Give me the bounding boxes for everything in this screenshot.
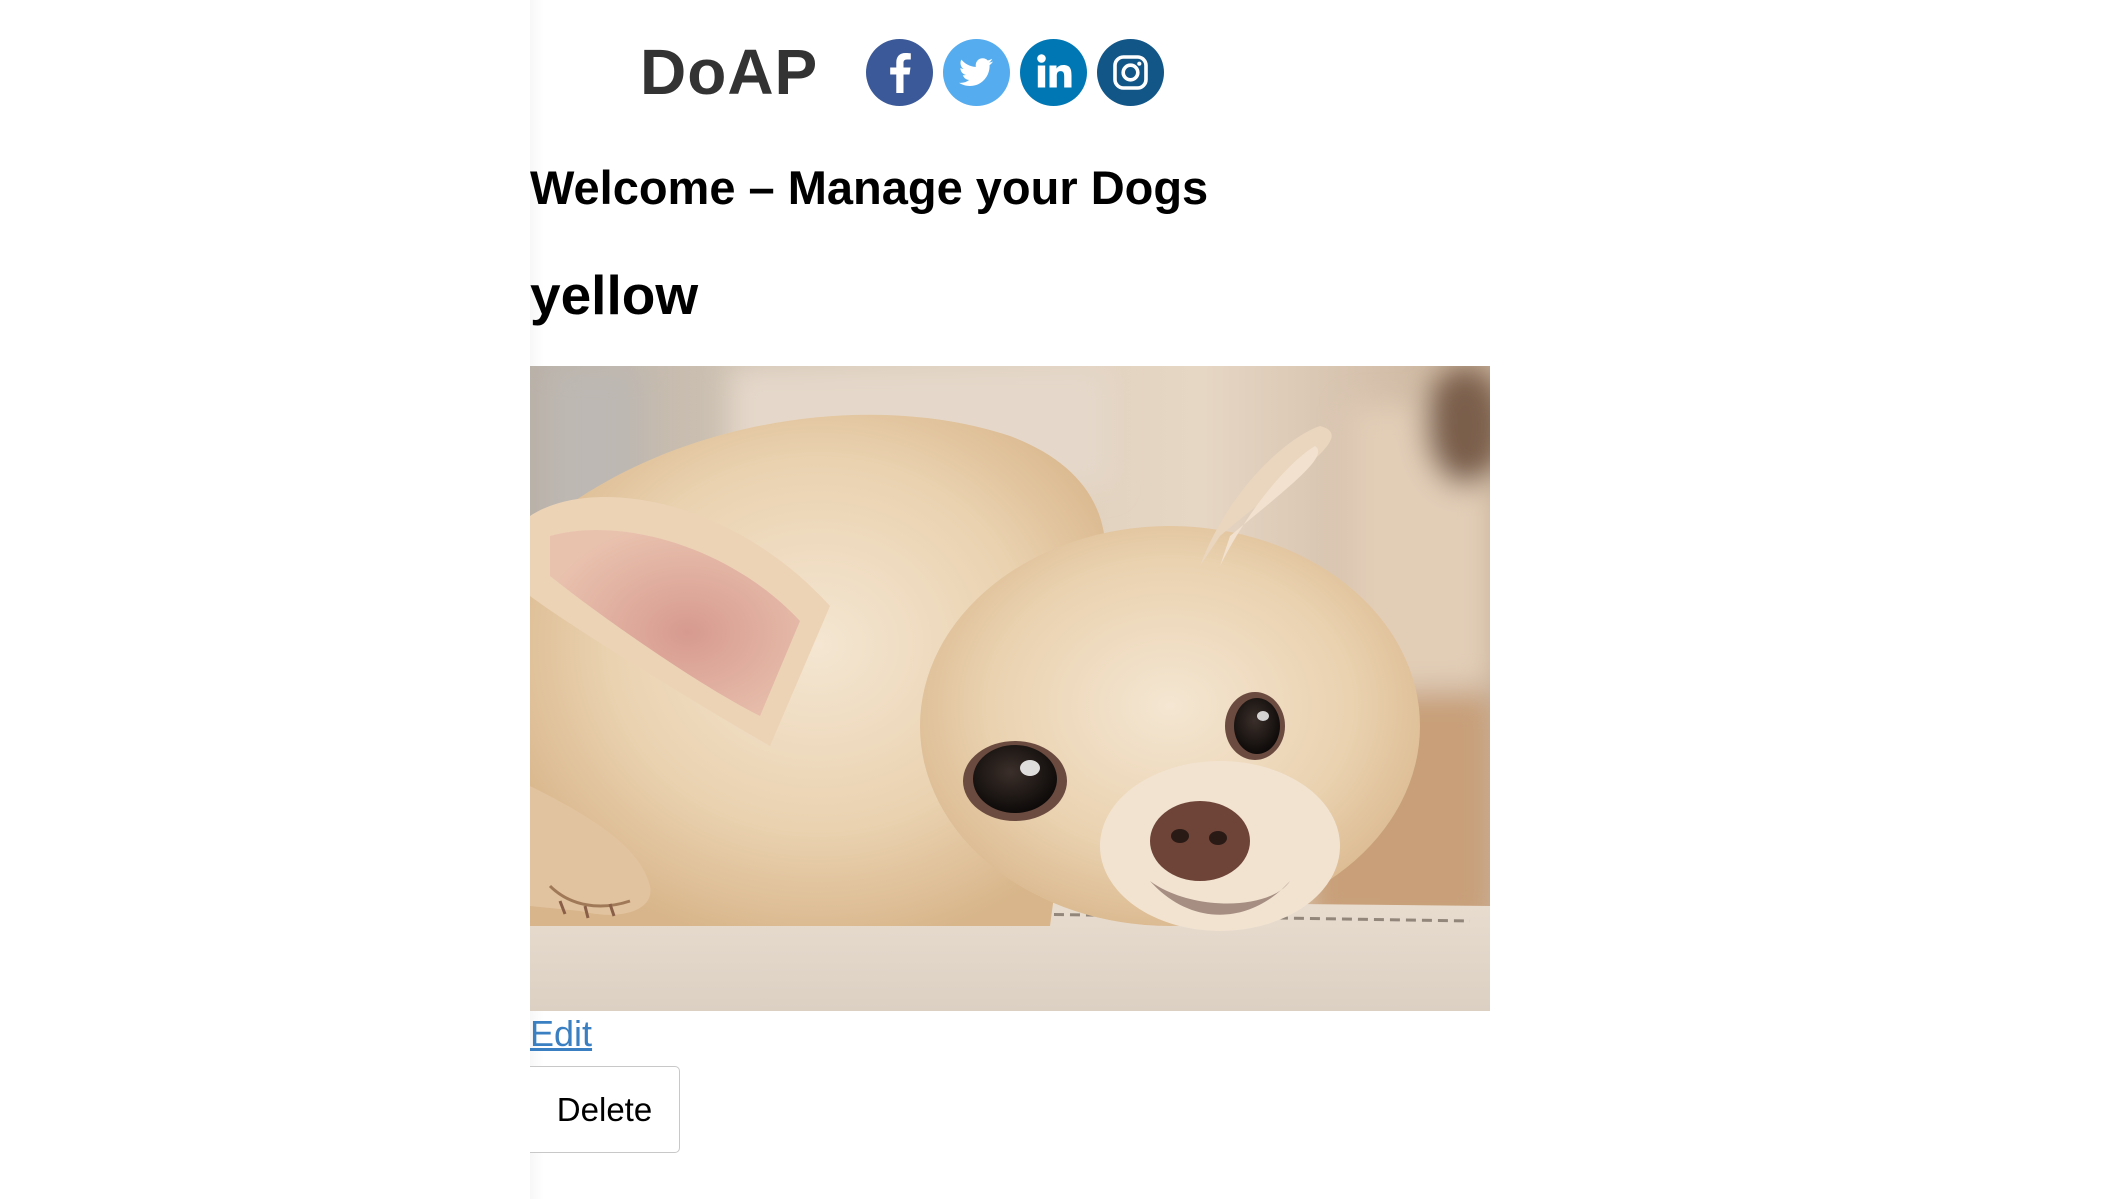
page-left-margin <box>0 0 530 1199</box>
edit-link[interactable]: Edit <box>530 1013 592 1055</box>
page-title: Welcome – Manage your Dogs <box>530 161 1209 214</box>
chihuahua-photo <box>530 366 1490 1011</box>
page-content: DoAP Welcome – Manage your Dogs yellow E… <box>530 0 1530 1199</box>
site-header: DoAP <box>640 34 1165 110</box>
social-links <box>866 38 1165 106</box>
instagram-icon[interactable] <box>1097 38 1165 106</box>
facebook-icon[interactable] <box>866 38 934 106</box>
twitter-icon[interactable] <box>943 38 1011 106</box>
linkedin-icon[interactable] <box>1020 38 1088 106</box>
delete-button[interactable]: Delete <box>530 1066 680 1153</box>
dog-name-heading: yellow <box>530 264 699 326</box>
brand-logo-text: DoAP <box>640 36 819 108</box>
